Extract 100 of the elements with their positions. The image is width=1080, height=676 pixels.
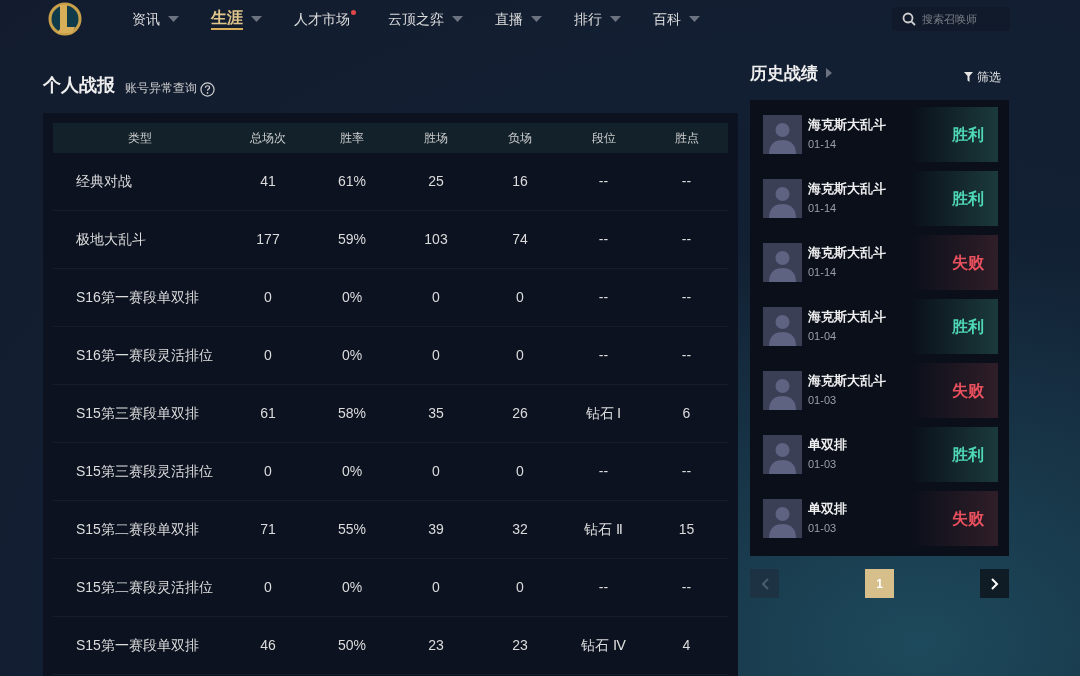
- table-cell-text: 39: [427, 520, 445, 539]
- match-date: 01-04: [808, 329, 838, 344]
- nav-tab[interactable]: 排行: [574, 9, 621, 29]
- table-cell-text: --: [680, 288, 693, 307]
- table-cell-text: 71: [259, 520, 277, 539]
- table-cell-text: 15: [677, 520, 696, 539]
- table-cell-text: 61%: [337, 172, 367, 191]
- table-cell-text: --: [680, 346, 693, 365]
- table-cell-text: 0%: [340, 288, 364, 307]
- table-cell-text: 0: [263, 462, 273, 481]
- match-date: 01-14: [808, 137, 838, 152]
- table-cell-text: --: [597, 578, 610, 597]
- table-cell-text: 55%: [337, 520, 367, 539]
- table-cell-text: S16第一赛段单双排: [75, 288, 200, 307]
- table-cell-text: --: [680, 172, 693, 191]
- table-cell-text: 74: [511, 230, 529, 249]
- filter-icon: [964, 72, 973, 82]
- match-mode: 海克斯大乱斗: [808, 116, 887, 134]
- chevron-right-icon: [990, 577, 999, 590]
- help-icon[interactable]: [200, 82, 215, 97]
- table-cell-text: --: [680, 578, 693, 597]
- table-cell-text: 0: [263, 346, 273, 365]
- column-header: 胜率: [339, 130, 365, 147]
- column-header: 负场: [507, 130, 533, 147]
- table-cell-text: S15第二赛段单双排: [75, 520, 200, 539]
- table-cell-text: 0: [515, 288, 525, 307]
- table-cell-text: 0%: [340, 578, 364, 597]
- match-date: 01-14: [808, 265, 838, 280]
- column-header: 段位: [590, 130, 617, 147]
- portrait-placeholder: [763, 307, 802, 346]
- table-cell-text: 0%: [340, 346, 364, 365]
- account-check-link[interactable]: 账号异常查询: [125, 79, 197, 97]
- section-title: 个人战报: [43, 74, 115, 97]
- caret-down-icon[interactable]: [531, 16, 542, 22]
- table-cell-text: 钻石 Ⅳ: [580, 636, 627, 655]
- filter-button[interactable]: 筛选: [964, 68, 1001, 86]
- portrait-placeholder: [763, 435, 802, 474]
- table-cell-text: --: [597, 172, 610, 191]
- portrait-placeholder: [763, 499, 802, 538]
- column-header: 胜点: [673, 130, 700, 147]
- portrait-placeholder: [763, 179, 802, 218]
- table-cell-text: 0%: [340, 462, 364, 481]
- caret-down-icon[interactable]: [610, 16, 621, 22]
- logo-icon[interactable]: [46, 0, 84, 38]
- chevron-left-icon: [760, 577, 769, 590]
- section-title: 历史战绩: [750, 62, 818, 85]
- nav-tab[interactable]: 生涯: [211, 8, 262, 30]
- table-cell-text: --: [597, 462, 610, 481]
- table-cell-text: 59%: [337, 230, 367, 249]
- match-mode: 海克斯大乱斗: [808, 308, 887, 326]
- table-cell-text: 0: [263, 578, 273, 597]
- match-date: 01-03: [808, 393, 838, 408]
- table-cell-text: 103: [423, 230, 449, 249]
- match-date: 01-14: [808, 201, 838, 216]
- table-cell-text: S15第三赛段灵活排位: [75, 462, 214, 481]
- match-mode: 海克斯大乱斗: [808, 244, 887, 262]
- table-cell-text: S15第一赛段单双排: [75, 636, 200, 655]
- nav-tab[interactable]: 人才市场: [294, 9, 356, 29]
- caret-down-icon[interactable]: [452, 16, 463, 22]
- table-cell-text: 16: [511, 172, 529, 191]
- column-header: 总场次: [249, 130, 287, 147]
- column-header: 类型: [126, 130, 153, 147]
- portrait-placeholder: [763, 371, 802, 410]
- table-cell-text: --: [597, 230, 610, 249]
- portrait-placeholder: [763, 243, 802, 282]
- table-cell-text: 50%: [337, 636, 367, 655]
- match-mode: 海克斯大乱斗: [808, 372, 887, 390]
- table-cell-text: 4: [681, 636, 692, 655]
- table-cell-text: 极地大乱斗: [75, 230, 147, 249]
- caret-down-icon[interactable]: [689, 16, 700, 22]
- nav-tab[interactable]: 资讯: [132, 9, 179, 29]
- table-cell-text: 61: [259, 404, 277, 423]
- table-cell-text: 41: [259, 172, 277, 191]
- table-cell-text: 钻石 Ⅱ: [583, 520, 624, 539]
- table-cell-text: S15第三赛段单双排: [75, 404, 200, 423]
- nav-tab[interactable]: 百科: [653, 9, 700, 29]
- table-cell-text: 0: [515, 578, 525, 597]
- table-cell-text: 177: [255, 230, 281, 249]
- table-cell-text: 23: [511, 636, 529, 655]
- nav-tab[interactable]: 直播: [495, 9, 542, 29]
- table-cell-text: 0: [431, 346, 441, 365]
- table-cell-text: --: [597, 346, 610, 365]
- table-cell-text: S15第二赛段灵活排位: [75, 578, 214, 597]
- table-cell-text: 32: [511, 520, 529, 539]
- table-cell-text: 46: [259, 636, 277, 655]
- table-cell-text: 钻石 Ⅰ: [584, 404, 623, 423]
- next-page-button[interactable]: [980, 569, 1009, 598]
- search-field[interactable]: 搜索召唤师: [892, 7, 1010, 31]
- match-mode: 单双排: [808, 500, 848, 518]
- table-cell-text: 6: [681, 404, 692, 423]
- column-header: 胜场: [423, 130, 449, 147]
- match-mode: 海克斯大乱斗: [808, 180, 887, 198]
- match-date: 01-03: [808, 457, 838, 472]
- caret-down-icon[interactable]: [251, 16, 262, 22]
- table-cell-text: 0: [431, 578, 441, 597]
- caret-right-icon[interactable]: [826, 68, 832, 79]
- table-cell-text: 0: [431, 462, 441, 481]
- nav-tab[interactable]: 云顶之弈: [388, 9, 463, 29]
- table-cell-text: 58%: [337, 404, 367, 423]
- caret-down-icon[interactable]: [168, 16, 179, 22]
